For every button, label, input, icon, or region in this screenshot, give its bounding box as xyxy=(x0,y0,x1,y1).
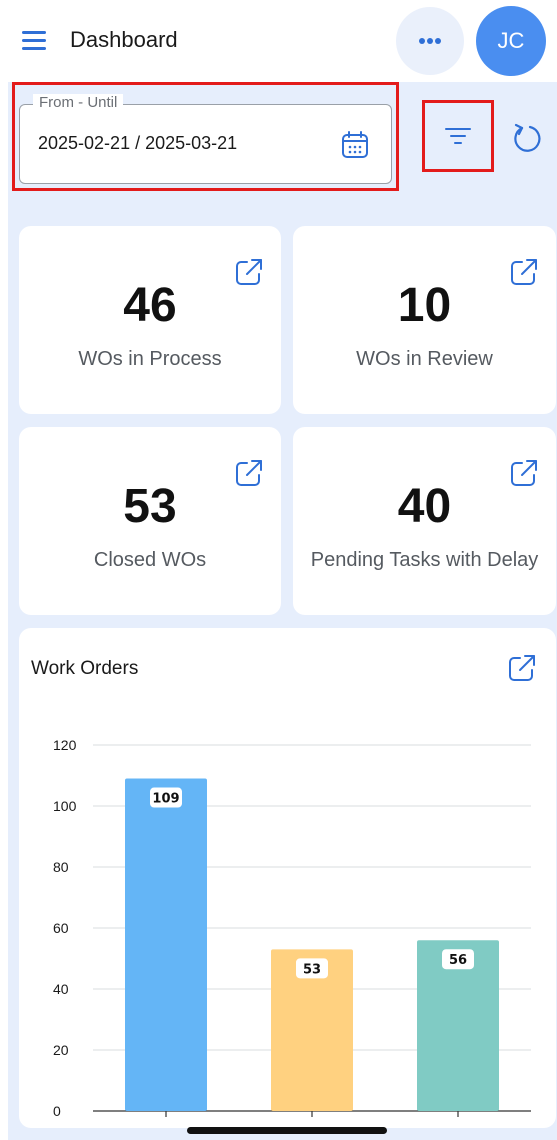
data-label: 109 xyxy=(152,792,179,807)
home-indicator[interactable] xyxy=(187,1127,387,1134)
y-tick-label: 120 xyxy=(53,737,77,753)
kpi-label: Pending Tasks with Delay xyxy=(310,549,539,571)
kpi-label: Closed WOs xyxy=(93,549,207,571)
work-orders-chart: 0 20 40 60 80 100 120 109 53 56 xyxy=(53,737,531,1119)
page-title: Dashboard xyxy=(70,27,178,52)
kpi-card-wos-in-process[interactable]: 46 WOs in Process xyxy=(19,226,281,414)
filter-icon xyxy=(445,128,471,144)
kpi-card-closed-wos[interactable]: 53 Closed WOs xyxy=(19,427,281,615)
chart-title: Work Orders xyxy=(31,658,139,679)
filter-button[interactable] xyxy=(422,100,494,172)
kpi-value: 46 xyxy=(123,279,177,332)
y-tick-label: 80 xyxy=(53,859,69,875)
y-tick-label: 0 xyxy=(53,1103,61,1119)
open-external-icon[interactable] xyxy=(506,652,538,684)
y-tick-label: 20 xyxy=(53,1042,69,1058)
y-tick-label: 40 xyxy=(53,981,69,997)
more-options-button[interactable] xyxy=(396,7,464,75)
app-header: Dashboard JC xyxy=(0,0,557,82)
date-range-highlight xyxy=(12,82,399,191)
refresh-icon[interactable] xyxy=(510,122,544,156)
y-tick-label: 60 xyxy=(53,920,69,936)
more-dots-icon xyxy=(419,38,441,44)
user-avatar[interactable]: JC xyxy=(476,6,546,76)
work-orders-chart-card: 0 20 40 60 80 100 120 109 53 56 Work Orders xyxy=(19,628,556,1128)
y-tick-label: 100 xyxy=(53,798,77,814)
data-label: 53 xyxy=(303,962,321,977)
kpi-value: 40 xyxy=(397,480,452,533)
kpi-card-pending-tasks-delay[interactable]: 40 Pending Tasks with Delay xyxy=(293,427,556,615)
kpi-value: 53 xyxy=(123,480,177,533)
kpi-label: WOs in Review xyxy=(356,348,493,370)
kpi-card-wos-in-review[interactable]: 10 WOs in Review xyxy=(293,226,556,414)
data-label: 56 xyxy=(449,953,467,968)
kpi-label: WOs in Process xyxy=(78,348,222,370)
chart-bar xyxy=(125,778,207,1111)
kpi-value: 10 xyxy=(397,279,452,332)
menu-icon[interactable] xyxy=(20,26,50,56)
